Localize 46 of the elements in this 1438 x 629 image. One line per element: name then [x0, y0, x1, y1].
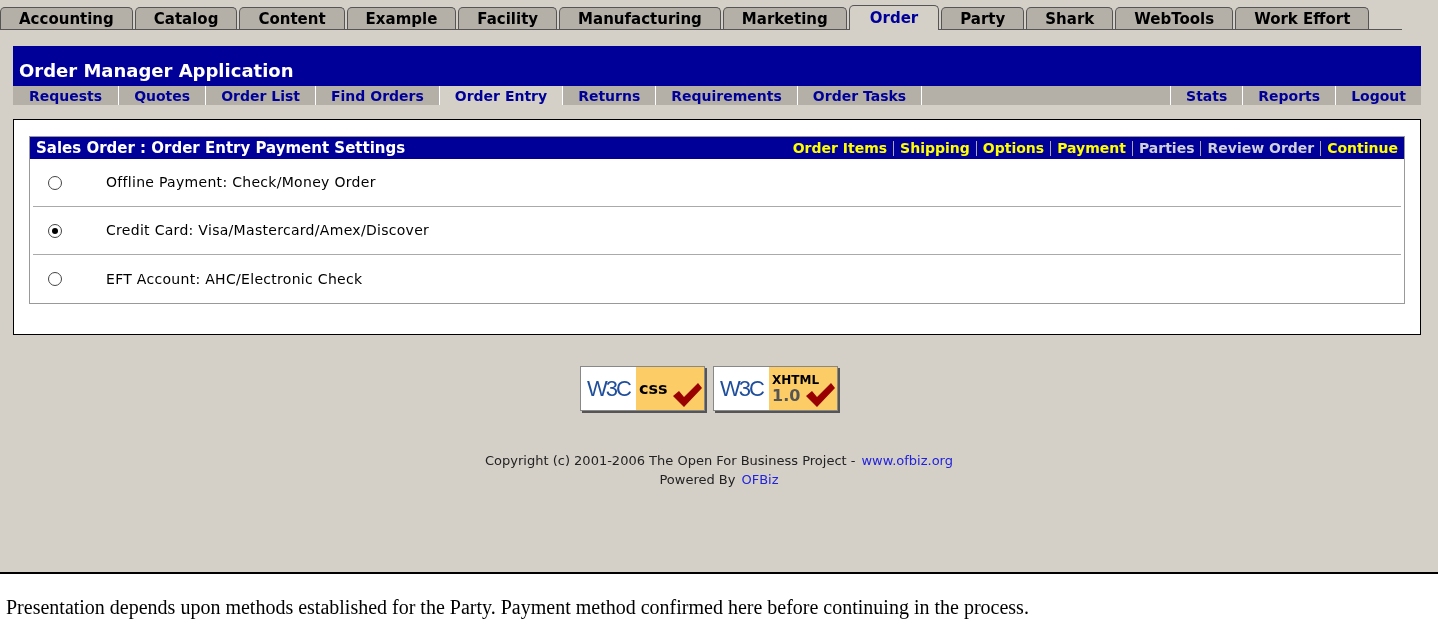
nav-link[interactable]: Order Entry	[438, 86, 563, 105]
step-link[interactable]: Payment	[1057, 137, 1126, 159]
app-tab[interactable]: Work Effort	[1235, 7, 1370, 29]
app-tab[interactable]: Facility	[458, 7, 558, 29]
nav-link[interactable]: Find Orders	[315, 86, 439, 105]
step-link[interactable]: Options	[982, 137, 1045, 159]
powered-by-text: Powered By	[659, 471, 736, 489]
step-link: Review Order	[1207, 138, 1315, 158]
app-tab[interactable]: Marketing	[722, 7, 847, 29]
app-tab[interactable]: Party	[941, 7, 1025, 29]
nav-link[interactable]: Order Tasks	[796, 86, 922, 105]
nav-link[interactable]: Stats	[1170, 86, 1243, 105]
nav-link[interactable]: Logout	[1335, 86, 1421, 105]
app-tab[interactable]: Catalog	[134, 7, 238, 29]
radio-button[interactable]	[48, 223, 62, 238]
option-label: EFT Account: AHC/Electronic Check	[106, 269, 363, 289]
app-tab[interactable]: Content	[239, 7, 345, 29]
app-tab[interactable]: Shark	[1026, 7, 1114, 29]
app-tab[interactable]: WebTools	[1115, 7, 1234, 29]
option-label: Offline Payment: Check/Money Order	[106, 173, 376, 192]
panel-title: Sales Order : Order Entry Payment Settings	[36, 137, 406, 159]
radio-button[interactable]	[48, 175, 62, 190]
option-label: Credit Card: Visa/Mastercard/Amex/Discover	[106, 221, 430, 240]
nav-link[interactable]: Quotes	[118, 86, 206, 105]
caption-text: Presentation depends upon methods established for the Party. Payment method confirmed here before continuing in the process.	[6, 595, 1030, 621]
app-title: Order Manager Application	[19, 62, 294, 80]
nav-link[interactable]: Order List	[205, 86, 315, 105]
nav-link[interactable]: Reports	[1242, 86, 1336, 105]
step-link[interactable]: Order Items	[792, 137, 888, 159]
nav-link[interactable]: Requests	[13, 86, 119, 105]
step-link[interactable]: Continue	[1327, 137, 1398, 159]
copyright-text: Copyright (c) 2001-2006 The Open For Business Project -	[485, 452, 856, 470]
check-icon	[671, 382, 703, 408]
radio-button[interactable]	[48, 272, 62, 286]
validation-badge[interactable]: W3C css	[580, 366, 705, 411]
step-link: Parties	[1138, 138, 1195, 158]
nav-link[interactable]: Requirements	[655, 86, 797, 105]
app-tab[interactable]: Order	[848, 5, 940, 30]
app-tab[interactable]: Manufacturing	[559, 7, 721, 29]
app-tab[interactable]: Accounting	[0, 7, 133, 29]
step-link[interactable]: Shipping	[900, 137, 970, 159]
nav-link[interactable]: Returns	[562, 86, 656, 105]
check-icon	[804, 382, 836, 408]
app-tab[interactable]: Example	[346, 7, 457, 29]
website-link[interactable]: www.ofbiz.org	[861, 451, 953, 470]
ofbiz-link[interactable]: OFBiz	[741, 470, 779, 489]
